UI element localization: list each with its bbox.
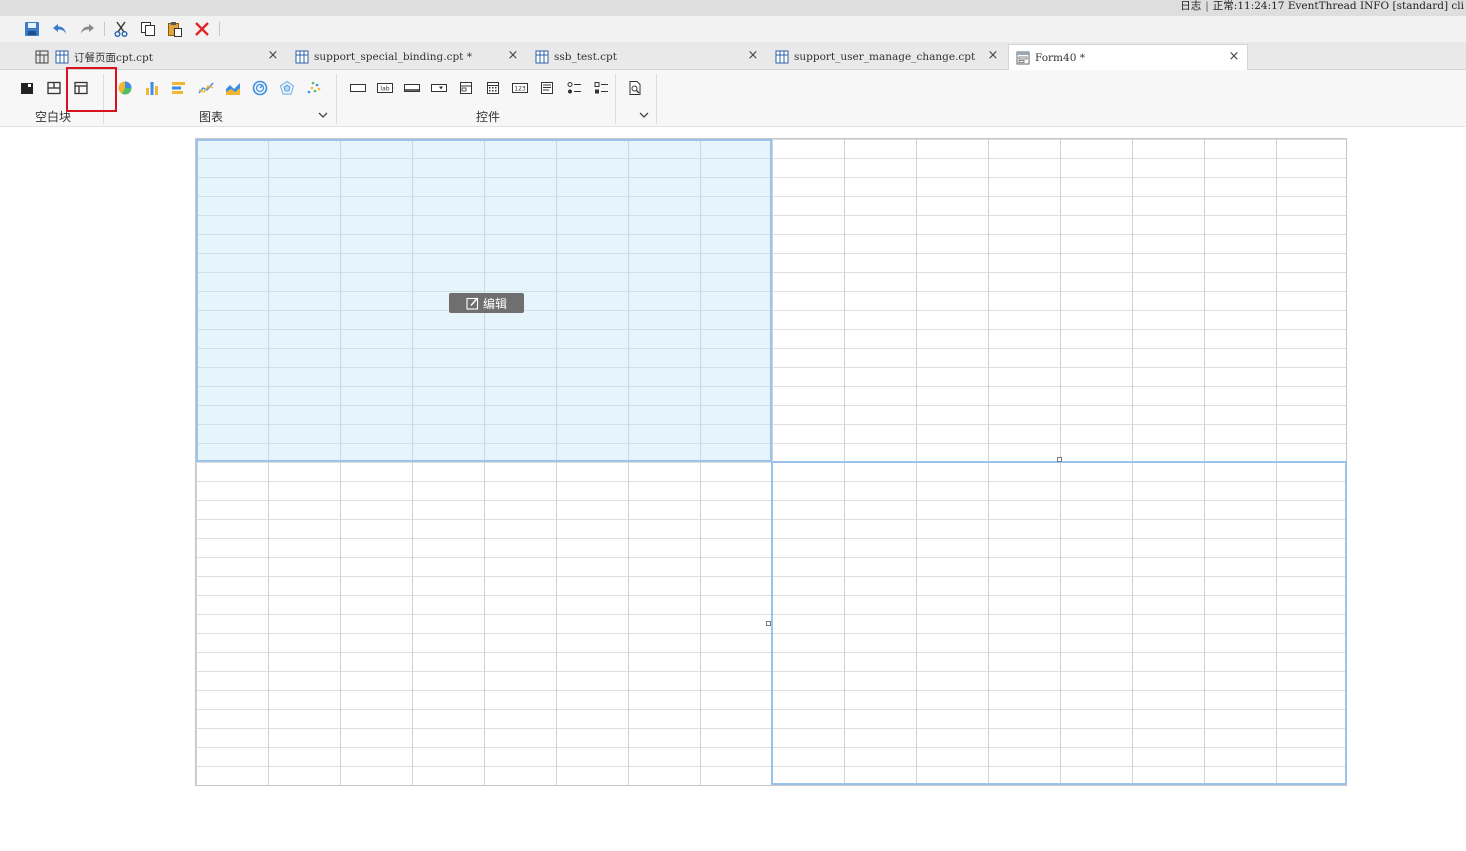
list-icon[interactable] bbox=[536, 77, 558, 99]
tab-label: ssb_test.cpt bbox=[554, 51, 617, 63]
form-icon bbox=[1015, 50, 1031, 66]
delete-icon[interactable] bbox=[192, 19, 212, 39]
form-design-canvas[interactable]: 编辑 bbox=[195, 138, 1347, 786]
report-block-bottom-right[interactable] bbox=[771, 461, 1347, 785]
group-divider bbox=[615, 74, 616, 124]
tab-support-special-binding[interactable]: support_special_binding.cpt * × bbox=[288, 44, 526, 70]
number-icon-text: 123 bbox=[514, 86, 526, 93]
blank-block-group-label: 空白块 bbox=[35, 110, 72, 124]
grid-report-icon bbox=[34, 49, 50, 65]
copy-icon[interactable] bbox=[138, 19, 158, 39]
chevron-down-icon[interactable] bbox=[317, 109, 329, 121]
close-icon[interactable]: × bbox=[1227, 50, 1241, 64]
pie-chart-icon[interactable] bbox=[114, 77, 136, 99]
group-divider bbox=[336, 74, 337, 124]
date-field-icon[interactable] bbox=[455, 77, 477, 99]
checkbox-group-icon[interactable] bbox=[590, 77, 612, 99]
scatter-chart-icon[interactable] bbox=[303, 77, 325, 99]
report-icon bbox=[534, 49, 550, 65]
log-label: 日志 bbox=[1180, 0, 1202, 12]
label-icon-text: lab bbox=[380, 86, 389, 93]
edit-button-label: 编辑 bbox=[482, 296, 507, 311]
bar-chart-icon[interactable] bbox=[168, 77, 190, 99]
status-strip: 日志 | 正常:11:24:17 EventThread INFO [standar… bbox=[0, 0, 1466, 16]
tab-layout-icon[interactable] bbox=[43, 77, 65, 99]
number-field-icon[interactable]: 123 bbox=[509, 77, 531, 99]
report-icon bbox=[54, 49, 70, 65]
quick-toolbar bbox=[0, 16, 1466, 42]
redo-icon[interactable] bbox=[77, 19, 97, 39]
radar-chart-icon[interactable] bbox=[276, 77, 298, 99]
label-icon[interactable]: lab bbox=[374, 77, 396, 99]
log-message: 正常:11:24:17 EventThread INFO [standard] … bbox=[1212, 0, 1464, 12]
group-divider bbox=[656, 74, 657, 124]
widget-group-label: 控件 bbox=[476, 110, 501, 124]
component-ribbon: 空白块 图表 lab 123 控件 bbox=[0, 70, 1466, 127]
toolbar-divider bbox=[104, 22, 105, 36]
text-field-icon[interactable] bbox=[347, 77, 369, 99]
edit-button[interactable]: 编辑 bbox=[449, 293, 524, 313]
report-block-top-left[interactable]: 编辑 bbox=[196, 139, 772, 462]
close-icon[interactable]: × bbox=[986, 49, 1000, 63]
chart-group-label: 图表 bbox=[199, 110, 224, 124]
tab-ssb-test[interactable]: ssb_test.cpt × bbox=[528, 44, 766, 70]
frame-layout-icon[interactable] bbox=[70, 77, 92, 99]
resize-handle[interactable] bbox=[1057, 457, 1062, 462]
log-separator: | bbox=[1205, 0, 1209, 12]
radio-group-icon[interactable] bbox=[563, 77, 585, 99]
log-panel[interactable]: 日志 | 正常:11:24:17 EventThread INFO [standar… bbox=[1180, 0, 1466, 16]
tab-support-user-manage-change[interactable]: support_user_manage_change.cpt × bbox=[768, 44, 1006, 70]
tab-label: 订餐页面cpt.cpt bbox=[74, 51, 153, 64]
close-icon[interactable]: × bbox=[506, 49, 520, 63]
line-chart-icon[interactable] bbox=[195, 77, 217, 99]
close-icon[interactable]: × bbox=[266, 49, 280, 63]
report-icon bbox=[294, 49, 310, 65]
document-tab-bar: 订餐页面cpt.cpt × support_special_binding.cp… bbox=[0, 42, 1466, 71]
tab-label: support_special_binding.cpt * bbox=[314, 51, 472, 63]
tab-label: support_user_manage_change.cpt bbox=[794, 51, 976, 63]
edit-icon bbox=[466, 297, 479, 310]
gauge-chart-icon[interactable] bbox=[249, 77, 271, 99]
chevron-down-icon[interactable] bbox=[638, 109, 650, 121]
search-icon[interactable] bbox=[624, 77, 646, 99]
area-chart-icon[interactable] bbox=[222, 77, 244, 99]
group-divider bbox=[103, 74, 104, 124]
undo-icon[interactable] bbox=[50, 19, 70, 39]
toolbar-divider bbox=[219, 22, 220, 36]
paste-icon[interactable] bbox=[165, 19, 185, 39]
absolute-layout-icon[interactable] bbox=[16, 77, 38, 99]
column-chart-icon[interactable] bbox=[141, 77, 163, 99]
tab-label: Form40 * bbox=[1035, 52, 1085, 64]
tab-form40[interactable]: Form40 * × bbox=[1008, 44, 1248, 71]
resize-handle[interactable] bbox=[766, 621, 771, 626]
calendar-icon[interactable] bbox=[482, 77, 504, 99]
cut-icon[interactable] bbox=[111, 19, 131, 39]
report-icon bbox=[774, 49, 790, 65]
close-icon[interactable]: × bbox=[746, 49, 760, 63]
tab-order-page[interactable]: 订餐页面cpt.cpt × bbox=[28, 44, 286, 70]
button-icon[interactable] bbox=[401, 77, 423, 99]
save-icon[interactable] bbox=[22, 19, 42, 39]
combo-box-icon[interactable] bbox=[428, 77, 450, 99]
